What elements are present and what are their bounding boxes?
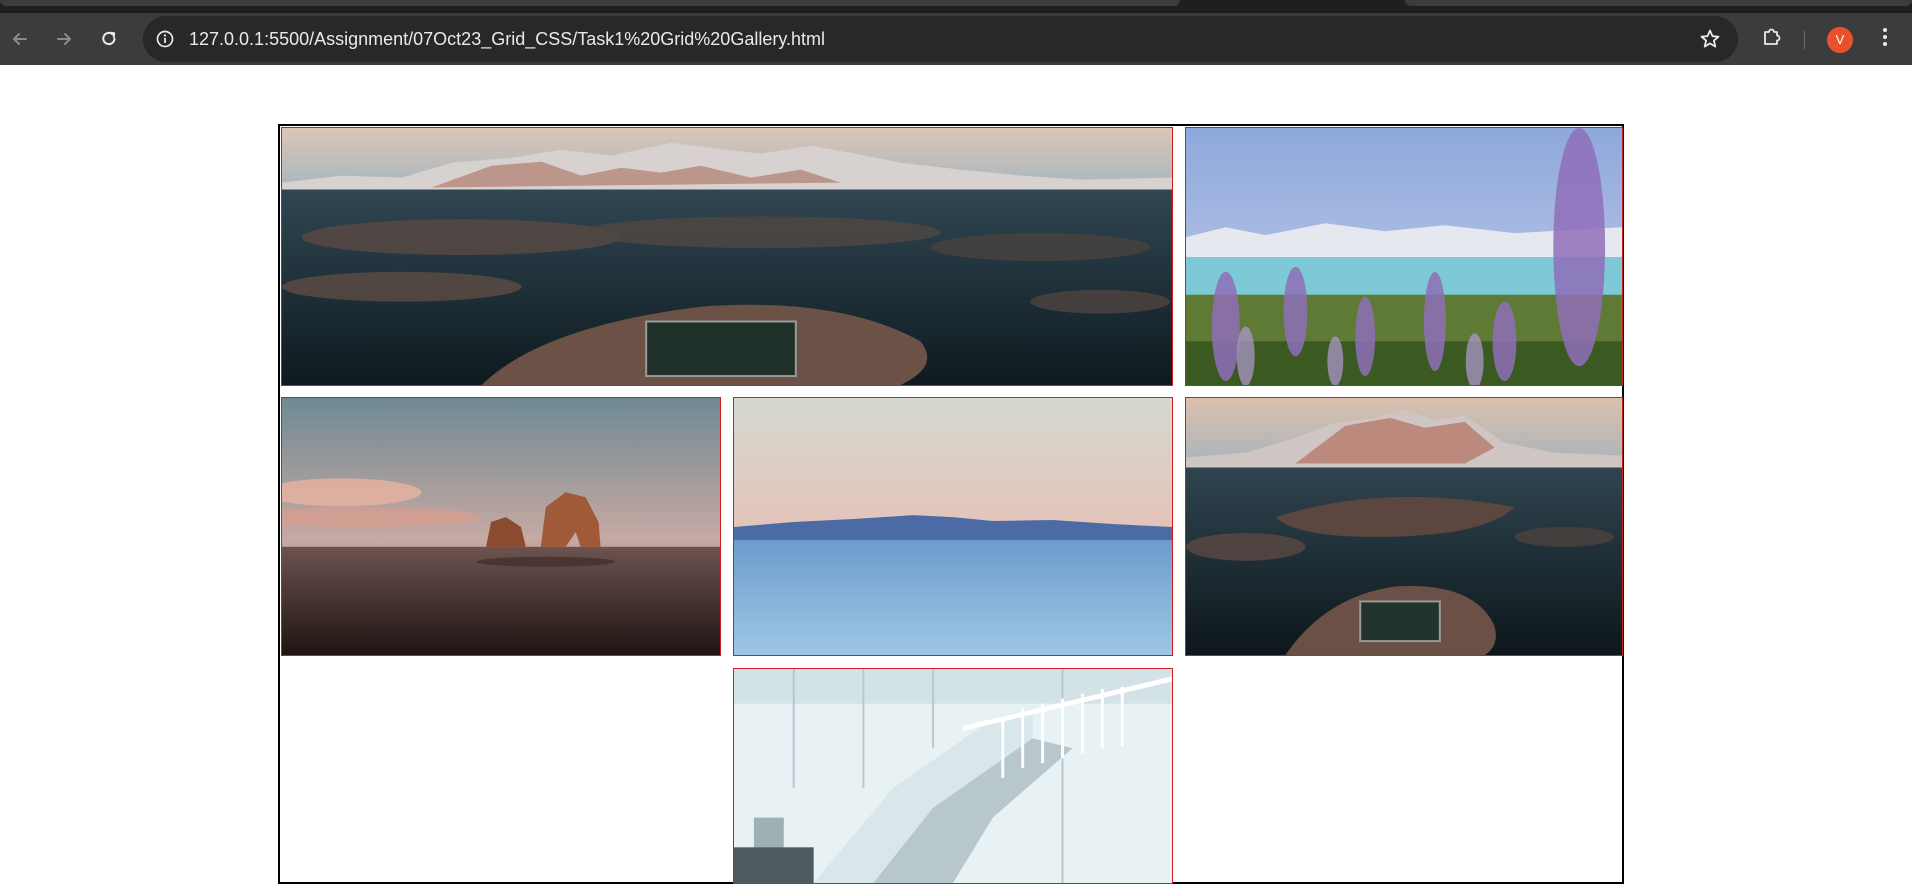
gallery-image-lupine-lake [1185,127,1623,386]
avatar[interactable]: V [1827,27,1853,53]
back-arrow-icon [10,29,30,49]
url-text[interactable]: 127.0.0.1:5500/Assignment/07Oct23_Grid_C… [189,29,825,49]
extensions-button[interactable] [1754,21,1790,57]
gallery-image-island-village [1185,397,1623,656]
star-icon[interactable] [1696,25,1724,53]
gallery-image-staircase [733,668,1173,884]
image-gallery-grid [278,124,1624,884]
forward-arrow-icon [54,29,74,49]
page-content [0,65,1912,884]
tab-strip [0,0,1912,13]
tab[interactable] [1405,0,1912,6]
toolbar-divider [1804,31,1805,49]
toolbar: 127.0.0.1:5500/Assignment/07Oct23_Grid_C… [0,13,1912,65]
kebab-menu-icon [1882,27,1888,52]
gallery-image-fjord-aerial [281,127,1173,386]
reload-icon [99,29,119,49]
gallery-image-sea-of-clouds [733,397,1173,656]
address-bar[interactable]: 127.0.0.1:5500/Assignment/07Oct23_Grid_C… [143,16,1738,62]
extensions-puzzle-icon [1761,26,1783,53]
tab[interactable] [0,0,1180,6]
info-icon[interactable] [153,27,177,51]
back-button[interactable] [2,21,38,57]
menu-button[interactable] [1870,21,1900,57]
forward-button[interactable] [46,21,82,57]
browser-chrome: 127.0.0.1:5500/Assignment/07Oct23_Grid_C… [0,0,1912,65]
reload-button[interactable] [91,21,127,57]
gallery-image-sea-stacks [281,397,721,656]
